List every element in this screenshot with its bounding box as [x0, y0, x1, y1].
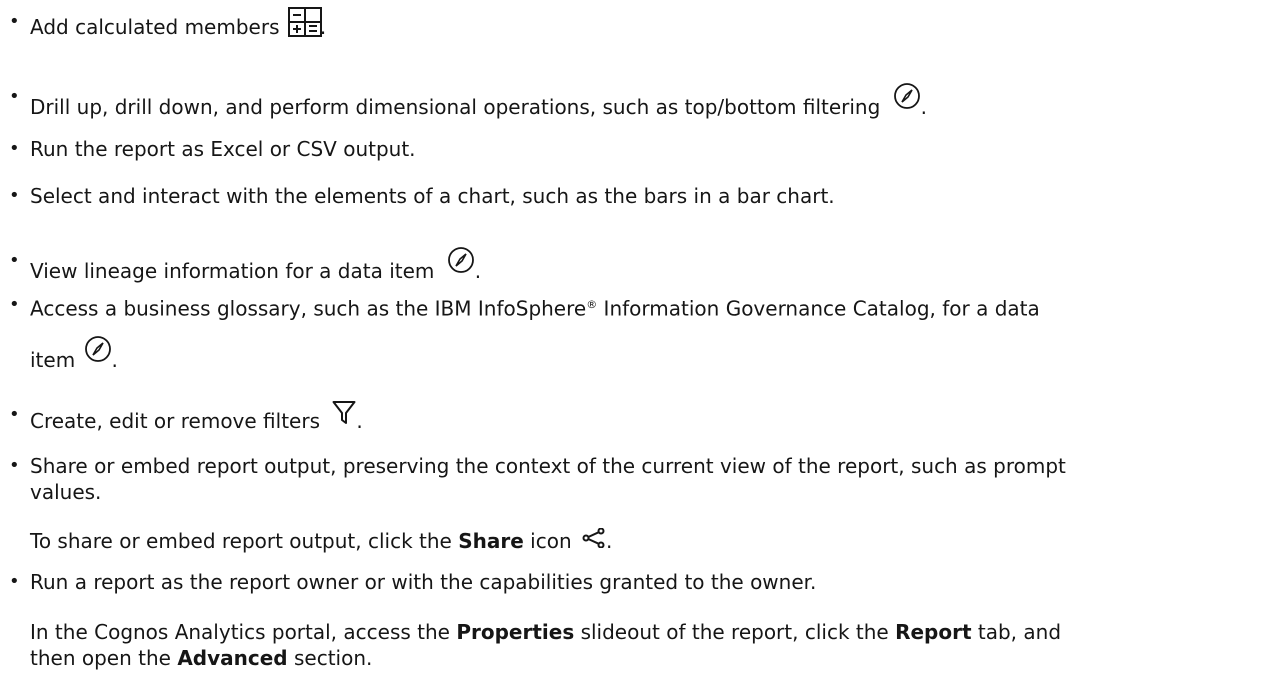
item-text: Run a report as the report owner or with…	[30, 570, 817, 594]
item-text: View lineage information for a data item	[30, 259, 435, 283]
share-icon	[582, 526, 606, 556]
compass-icon	[893, 82, 921, 118]
compass-icon	[447, 246, 475, 282]
item-text: item	[30, 348, 76, 372]
share-paragraph: To share or embed report output, click t…	[30, 526, 1240, 556]
owner-paragraph: In the Cognos Analytics portal, access t…	[30, 620, 1062, 670]
item-text: Select and interact with the elements of…	[30, 184, 835, 208]
bullet: •	[9, 11, 20, 32]
item-text: Run the report as Excel or CSV output.	[30, 137, 416, 161]
list-item: • Share or embed report output, preservi…	[0, 451, 1240, 511]
item-text: Add calculated members	[30, 15, 280, 39]
compass-icon	[84, 335, 112, 371]
filter-icon	[332, 400, 356, 434]
item-text: Access a business glossary, such as the …	[30, 296, 587, 321]
item-text: Drill up, drill down, and perform dimens…	[30, 95, 881, 119]
item-text: values.	[30, 480, 102, 504]
registered-mark: ®	[586, 298, 598, 311]
share-term: Share	[458, 529, 524, 553]
list-item: • Access a business glossary, such as th…	[9, 294, 1040, 372]
document-page: • Add calculated members . • Drill up, d…	[0, 0, 1264, 671]
calculated-members-icon	[287, 7, 322, 45]
item-text: Create, edit or remove filters	[30, 409, 320, 433]
